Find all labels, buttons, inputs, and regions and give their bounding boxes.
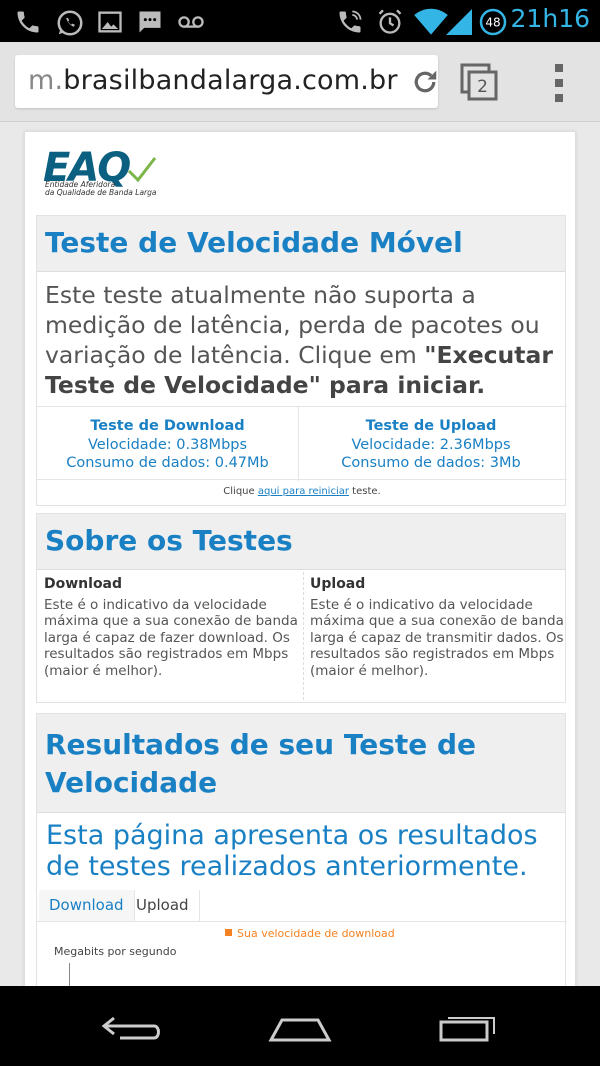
chart-tabs: Download Upload [37, 890, 567, 922]
speed-test-title: Teste de Velocidade Móvel [37, 216, 565, 272]
tab-upload[interactable]: Upload [126, 890, 200, 921]
url-host: brasilbandalarga.com.br [63, 65, 398, 96]
test-results-row: Teste de Download Velocidade: 0.38Mbps C… [37, 406, 567, 481]
upload-speed: Velocidade: 2.36Mbps [351, 436, 511, 453]
download-data-usage: Consumo de dados: 0.47Mb [66, 455, 269, 471]
column-divider [303, 572, 304, 700]
chart-y-axis-label: Megabits por segundo [54, 945, 177, 958]
url-text[interactable]: m.brasilbandalarga.com.br [28, 65, 398, 96]
home-icon[interactable] [268, 1008, 332, 1048]
logo-subtitle: Entidade Aferidora da Qualidade de Banda … [45, 181, 157, 197]
about-upload: Upload Este é o indicativo da velocidade… [310, 576, 565, 679]
legend-swatch [225, 929, 232, 936]
legend-label: Sua velocidade de download [237, 927, 395, 940]
chart-y-axis [69, 963, 70, 986]
phone-icon [17, 11, 39, 33]
results-description: Esta página apresenta os resultados de t… [46, 820, 538, 882]
status-bar: 48 21h16 [0, 0, 600, 42]
tabs-icon: 2 [460, 63, 498, 101]
about-title: Sobre os Testes [37, 514, 565, 570]
restart-link[interactable]: aqui para reiniciar [258, 486, 349, 497]
screen: 48 21h16 m.brasilbandalarga.com.br 2 EAQ… [0, 0, 600, 1066]
restart-prefix: Clique [223, 486, 258, 497]
url-scheme: m. [28, 65, 64, 96]
speed-test-intro: Este teste atualmente não suporta a medi… [45, 280, 565, 400]
back-icon[interactable] [100, 1008, 166, 1048]
download-result-title: Teste de Download [90, 418, 245, 434]
voicemail-icon [178, 16, 204, 28]
image-icon [98, 11, 122, 33]
about-download-heading: Download [44, 576, 123, 592]
clock: 21h16 [510, 4, 590, 33]
reload-icon[interactable] [410, 67, 440, 97]
web-page: EAQ Entidade Aferidora da Qualidade de Ba… [0, 122, 600, 986]
wifi-icon [414, 8, 448, 35]
eaq-logo: EAQ Entidade Aferidora da Qualidade de Ba… [43, 145, 163, 197]
tab-count: 2 [477, 77, 488, 97]
navigation-bar [0, 986, 600, 1066]
menu-icon[interactable] [554, 64, 564, 102]
message-icon [139, 11, 161, 33]
about-download: Download Este é o indicativo da velocida… [44, 576, 299, 679]
download-result: Teste de Download Velocidade: 0.38Mbps C… [37, 407, 299, 481]
about-download-text: Este é o indicativo da velocidade máxima… [44, 596, 298, 679]
phone-call-icon [339, 10, 362, 33]
tab-download[interactable]: Download [39, 890, 135, 921]
logo-sub-line2: da Qualidade de Banda Larga [45, 188, 157, 197]
about-upload-text: Este é o indicativo da velocidade máxima… [310, 596, 564, 679]
results-panel: Resultados de seu Teste de Velocidade Es… [36, 713, 567, 986]
about-upload-heading: Upload [310, 576, 366, 592]
download-speed: Velocidade: 0.38Mbps [87, 436, 248, 453]
content-card: EAQ Entidade Aferidora da Qualidade de Ba… [24, 131, 576, 986]
browser-toolbar: m.brasilbandalarga.com.br 2 [0, 42, 600, 122]
upload-result: Teste de Upload Velocidade: 2.36Mbps Con… [300, 407, 562, 481]
battery-icon: 48 [479, 8, 507, 36]
url-field[interactable]: m.brasilbandalarga.com.br [15, 55, 438, 108]
restart-suffix: teste. [348, 486, 381, 497]
about-panel: Sobre os Testes Download Este é o indica… [36, 513, 566, 703]
upload-data-usage: Consumo de dados: 3Mb [341, 455, 521, 471]
recent-apps-icon[interactable] [436, 1008, 500, 1048]
whatsapp-icon [57, 10, 83, 36]
tabs-button[interactable]: 2 [459, 62, 499, 102]
speed-test-panel: Teste de Velocidade Móvel Este teste atu… [36, 215, 567, 506]
restart-line: Clique aqui para reiniciar teste. [37, 486, 567, 497]
alarm-icon [378, 9, 402, 34]
signal-icon [446, 9, 472, 35]
upload-result-title: Teste de Upload [365, 418, 497, 434]
battery-level: 48 [485, 16, 500, 30]
results-title: Resultados de seu Teste de Velocidade [37, 714, 565, 813]
chart-legend: Sua velocidade de download [225, 927, 395, 940]
